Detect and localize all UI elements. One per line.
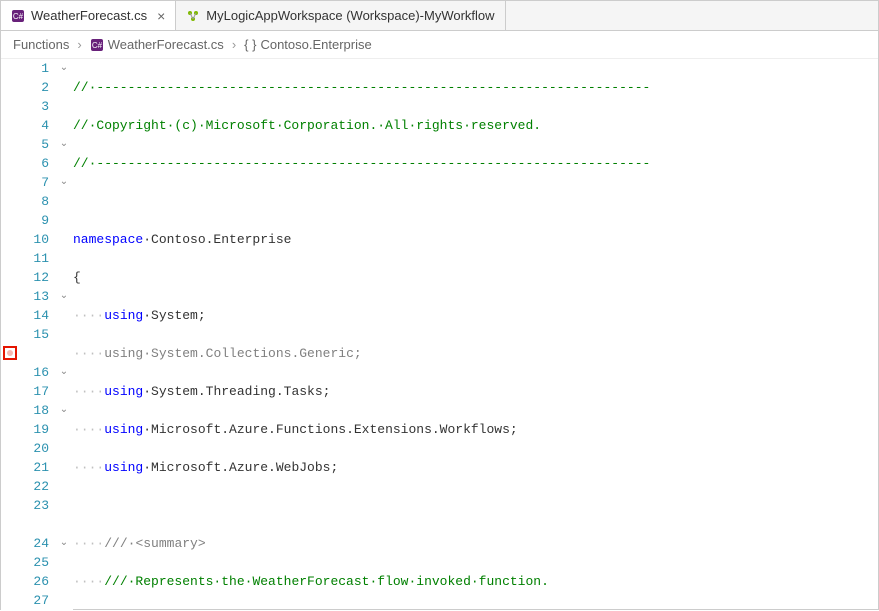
line-number: 26 <box>19 572 49 591</box>
breakpoint-icon[interactable] <box>3 346 17 360</box>
fold-toggle-icon <box>55 306 73 325</box>
csharp-icon: C# <box>90 38 104 52</box>
code-content[interactable]: //·-------------------------------------… <box>73 59 878 611</box>
fold-toggle-icon <box>55 420 73 439</box>
fold-toggle-icon <box>55 477 73 496</box>
fold-toggle-icon[interactable]: ⌄ <box>55 401 73 420</box>
line-number: 17 <box>19 382 49 401</box>
fold-toggle-icon[interactable]: ⌄ <box>55 59 73 78</box>
line-number: 23 <box>19 496 49 515</box>
fold-toggle-icon <box>55 192 73 211</box>
fold-toggle-icon <box>55 230 73 249</box>
fold-toggle-icon <box>55 325 73 344</box>
namespace-icon: { } <box>244 37 256 52</box>
tab-weatherforecast[interactable]: C# WeatherForecast.cs × <box>1 1 176 30</box>
chevron-right-icon: › <box>75 37 83 52</box>
code-editor[interactable]: 1234567891011121314151617181920212223242… <box>1 59 878 611</box>
tab-label: WeatherForecast.cs <box>31 8 147 23</box>
line-number: 19 <box>19 420 49 439</box>
line-number: 18 <box>19 401 49 420</box>
line-number: 20 <box>19 439 49 458</box>
close-icon[interactable]: × <box>157 8 165 24</box>
gutter: 1234567891011121314151617181920212223242… <box>1 59 73 611</box>
fold-toggle-icon[interactable]: ⌄ <box>55 287 73 306</box>
csharp-icon: C# <box>11 9 25 23</box>
line-number: 15 <box>19 325 49 344</box>
fold-toggle-icon <box>55 78 73 97</box>
fold-toggle-icon <box>55 591 73 610</box>
line-number <box>19 515 49 534</box>
line-number: 21 <box>19 458 49 477</box>
line-numbers: 1234567891011121314151617181920212223242… <box>19 59 55 611</box>
tab-label: MyLogicAppWorkspace (Workspace)-MyWorkfl… <box>206 8 494 23</box>
fold-toggle-icon <box>55 268 73 287</box>
line-number: 12 <box>19 268 49 287</box>
fold-toggle-icon <box>55 116 73 135</box>
svg-text:C#: C# <box>92 41 103 50</box>
breadcrumb-file[interactable]: C# WeatherForecast.cs <box>90 37 224 52</box>
fold-toggle-icon[interactable]: ⌄ <box>55 173 73 192</box>
chevron-right-icon: › <box>230 37 238 52</box>
fold-toggle-icon <box>55 344 73 363</box>
fold-toggle-icon <box>55 439 73 458</box>
workflow-icon <box>186 9 200 23</box>
fold-toggle-icon <box>55 154 73 173</box>
line-number: 16 <box>19 363 49 382</box>
fold-toggle-icon <box>55 515 73 534</box>
fold-toggle-icon <box>55 211 73 230</box>
line-number: 10 <box>19 230 49 249</box>
line-number: 11 <box>19 249 49 268</box>
line-number: 7 <box>19 173 49 192</box>
fold-toggle-icon <box>55 572 73 591</box>
line-number: 27 <box>19 591 49 610</box>
line-number: 24 <box>19 534 49 553</box>
breadcrumb: Functions › C# WeatherForecast.cs › { } … <box>1 31 878 59</box>
line-number: 1 <box>19 59 49 78</box>
fold-toggle-icon <box>55 496 73 515</box>
line-number: 25 <box>19 553 49 572</box>
breadcrumb-namespace[interactable]: { } Contoso.Enterprise <box>244 37 372 52</box>
line-number: 22 <box>19 477 49 496</box>
fold-toggle-icon <box>55 458 73 477</box>
line-number: 4 <box>19 116 49 135</box>
line-number: 9 <box>19 211 49 230</box>
line-number: 2 <box>19 78 49 97</box>
fold-toggle-icon <box>55 97 73 116</box>
breadcrumb-functions[interactable]: Functions <box>13 37 69 52</box>
tab-bar: C# WeatherForecast.cs × MyLogicAppWorksp… <box>1 1 878 31</box>
fold-toggle-icon[interactable]: ⌄ <box>55 363 73 382</box>
fold-toggle-icon <box>55 249 73 268</box>
fold-toggle-icon <box>55 382 73 401</box>
line-number: 3 <box>19 97 49 116</box>
line-number: 14 <box>19 306 49 325</box>
line-number: 6 <box>19 154 49 173</box>
tab-workflow[interactable]: MyLogicAppWorkspace (Workspace)-MyWorkfl… <box>176 1 505 30</box>
line-number: 13 <box>19 287 49 306</box>
breakpoint-column[interactable] <box>1 59 19 611</box>
fold-toggle-icon[interactable]: ⌄ <box>55 135 73 154</box>
line-number: 5 <box>19 135 49 154</box>
fold-column[interactable]: ⌄ ⌄ ⌄ ⌄ ⌄ ⌄ ⌄ <box>55 59 73 611</box>
fold-toggle-icon <box>55 553 73 572</box>
line-number: 8 <box>19 192 49 211</box>
line-number <box>19 344 49 363</box>
fold-toggle-icon[interactable]: ⌄ <box>55 534 73 553</box>
svg-text:C#: C# <box>13 12 24 21</box>
